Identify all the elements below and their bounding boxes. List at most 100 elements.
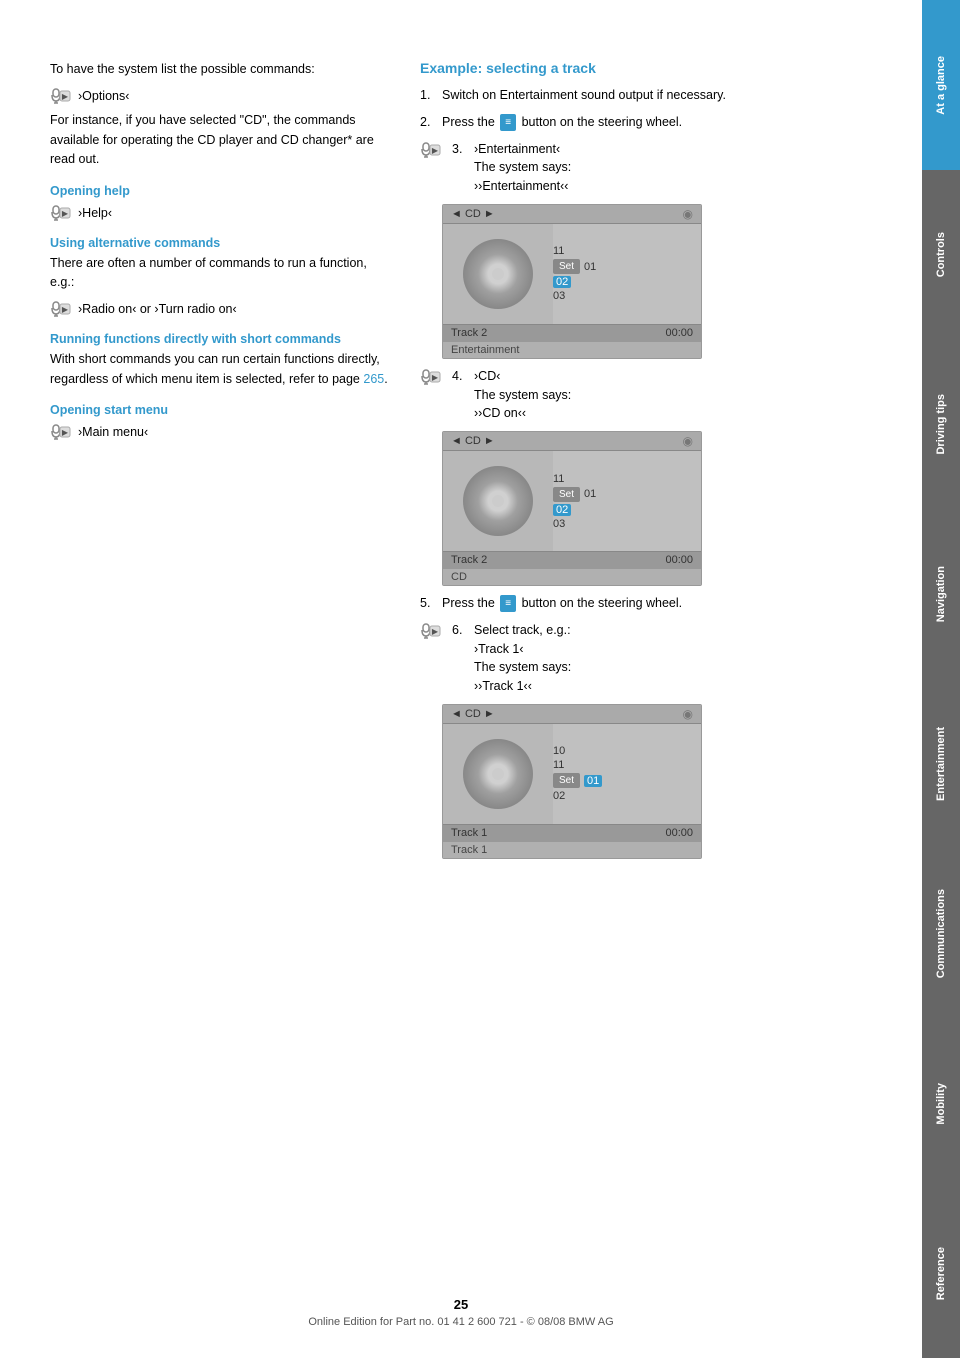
cd-tracks-2: 11 Set 01 02 03 [553, 451, 701, 551]
help-cmd-text: ›Help‹ [78, 206, 112, 220]
radio-cmd-text: ›Radio on‹ or ›Turn radio on‹ [78, 302, 237, 316]
track-num-3-01-selected: 01 [584, 775, 602, 787]
cd-label-3: Track 1 [443, 841, 701, 858]
track-row-4: 03 [553, 290, 696, 302]
step-5-text: Press the ≡ button on the steering wheel… [442, 594, 892, 613]
cd-screen-3-footer: Track 1 00:00 [443, 824, 701, 841]
svg-text:▶: ▶ [432, 146, 439, 155]
track-row-3-3: Set 01 [553, 773, 696, 788]
step-6: ▶ 6. Select track, e.g.: ›Track 1‹ The s… [420, 621, 892, 696]
options-cmd-text: ›Options‹ [78, 89, 129, 103]
cd-tracks-3: 10 11 Set 01 02 [553, 724, 701, 824]
tab-label-controls: Controls [935, 220, 947, 289]
track-num-2-01: 01 [584, 488, 596, 500]
track-num-3-10: 10 [553, 745, 565, 757]
svg-text:▶: ▶ [62, 209, 69, 218]
cd-disc-2 [443, 451, 553, 551]
cd-screen-3-body: 10 11 Set 01 02 [443, 724, 701, 824]
track-num-3-02: 02 [553, 790, 565, 802]
sidebar-item-reference[interactable]: Reference [922, 1188, 960, 1358]
sidebar-item-communications[interactable]: Communications [922, 849, 960, 1019]
page-ref-link[interactable]: 265 [363, 372, 384, 386]
step-1-num: 1. [420, 86, 436, 105]
cd-disc-graphic-3 [463, 739, 533, 809]
using-alt-heading: Using alternative commands [50, 236, 390, 250]
track-row-3-1: 10 [553, 745, 696, 757]
track-row-2-3: 02 [553, 504, 696, 516]
step-1-text: Switch on Entertainment sound output if … [442, 86, 892, 105]
cd-disc-3 [443, 724, 553, 824]
sidebar-item-entertainment[interactable]: Entertainment [922, 679, 960, 849]
cd-screen-1-header: ◄ CD ► ◉ [443, 205, 701, 224]
sidebar-tabs: At a glance Controls Driving tips Naviga… [922, 0, 960, 1358]
step-6-content: Select track, e.g.: ›Track 1‹ The system… [474, 621, 892, 696]
track-row-2-1: 11 [553, 473, 696, 485]
track-num-2-02-selected: 02 [553, 504, 571, 516]
sidebar-item-mobility[interactable]: Mobility [922, 1019, 960, 1189]
track-num-02-selected: 02 [553, 276, 571, 288]
mic-icon-2: ▶ [50, 204, 72, 222]
cd-disc-1 [443, 224, 553, 324]
track-row-2: Set 01 [553, 259, 696, 274]
sidebar-item-driving[interactable]: Driving tips [922, 340, 960, 510]
opening-start-heading: Opening start menu [50, 403, 390, 417]
cd-screen-1-body: 11 Set 01 02 03 [443, 224, 701, 324]
example-heading: Example: selecting a track [420, 60, 892, 76]
track-num-3-11: 11 [553, 759, 564, 771]
cd-nav-left-2: ◄ CD ► [451, 435, 495, 447]
cd-disc-graphic-1 [463, 239, 533, 309]
svg-text:▶: ▶ [432, 373, 439, 382]
running-text: With short commands you can run certain … [50, 350, 390, 389]
track-row-3-2: 11 [553, 759, 696, 771]
tab-label-communications: Communications [935, 877, 947, 990]
cd-top-icon-3: ◉ [683, 707, 693, 721]
step-1: 1. Switch on Entertainment sound output … [420, 86, 892, 105]
step-5-num: 5. [420, 594, 436, 613]
step-6-num: 6. [452, 621, 468, 640]
main-menu-cmd-text: ›Main menu‹ [78, 425, 148, 439]
cd-screen-2-footer: Track 2 00:00 [443, 551, 701, 568]
set-btn-2: Set [553, 487, 580, 502]
step-4-content: ›CD‹ The system says: ››CD on‹‹ [474, 367, 892, 423]
step-3-num: 3. [452, 140, 468, 159]
steering-btn-2: ≡ [500, 595, 516, 612]
tab-label-navigation: Navigation [935, 554, 947, 634]
cd-label-1: Entertainment [443, 341, 701, 358]
cd-screen-2: ◄ CD ► ◉ 11 Set 01 [442, 431, 702, 586]
mic-icon-3: ▶ [50, 300, 72, 318]
cd-top-icon-1: ◉ [683, 207, 693, 221]
set-btn-1: Set [553, 259, 580, 274]
mic-icon-4: ▶ [50, 423, 72, 441]
set-btn-3: Set [553, 773, 580, 788]
cd-screen-2-header: ◄ CD ► ◉ [443, 432, 701, 451]
sidebar-item-navigation[interactable]: Navigation [922, 509, 960, 679]
cd-screen-3-header: ◄ CD ► ◉ [443, 705, 701, 724]
cd-tracks-1: 11 Set 01 02 03 [553, 224, 701, 324]
sidebar-item-at-a-glance[interactable]: At a glance [922, 0, 960, 170]
svg-text:▶: ▶ [62, 305, 69, 314]
track-num-03: 03 [553, 290, 565, 302]
cd-screen-3: ◄ CD ► ◉ 10 11 Set [442, 704, 702, 859]
cd-disc-graphic-2 [463, 466, 533, 536]
svg-text:▶: ▶ [62, 428, 69, 437]
opening-help-heading: Opening help [50, 184, 390, 198]
step-2-text: Press the ≡ button on the steering wheel… [442, 113, 892, 132]
right-column: Example: selecting a track 1. Switch on … [420, 60, 892, 1298]
track-row-2-4: 03 [553, 518, 696, 530]
step-4-num: 4. [452, 367, 468, 386]
main-menu-command: ▶ ›Main menu‹ [50, 423, 390, 441]
time-2: 00:00 [665, 554, 693, 566]
step-4: ▶ 4. ›CD‹ The system says: ››CD on‹‹ [420, 367, 892, 423]
mic-icon-step4: ▶ [420, 368, 442, 386]
svg-text:▶: ▶ [62, 92, 69, 101]
steering-btn-1: ≡ [500, 114, 516, 131]
using-alt-text: There are often a number of commands to … [50, 254, 390, 293]
step-3: ▶ 3. ›Entertainment‹ The system says: ››… [420, 140, 892, 196]
tab-label-driving: Driving tips [935, 382, 947, 467]
track-num-2-03: 03 [553, 518, 565, 530]
running-heading: Running functions directly with short co… [50, 332, 390, 346]
sidebar-item-controls[interactable]: Controls [922, 170, 960, 340]
options-command: ▶ ›Options‹ [50, 87, 390, 105]
radio-command: ▶ ›Radio on‹ or ›Turn radio on‹ [50, 300, 390, 318]
svg-text:▶: ▶ [432, 627, 439, 636]
